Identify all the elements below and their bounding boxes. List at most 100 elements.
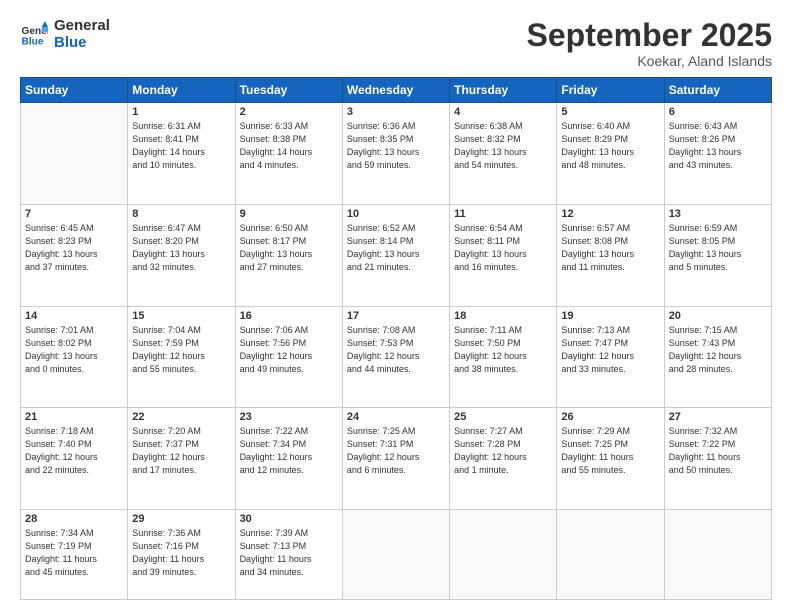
week-row-1: 1 Sunrise: 6:31 AM Sunset: 8:41 PM Daylig…	[21, 103, 772, 205]
calendar-cell	[450, 509, 557, 599]
month-title: September 2025	[527, 18, 772, 53]
week-row-2: 7 Sunrise: 6:45 AM Sunset: 8:23 PM Daylig…	[21, 204, 772, 306]
header: General Blue General Blue September 2025…	[20, 18, 772, 69]
weekday-header-sunday: Sunday	[21, 78, 128, 103]
day-info: Sunrise: 7:04 AM Sunset: 7:59 PM Dayligh…	[132, 324, 230, 376]
logo-blue: Blue	[54, 35, 110, 52]
day-info: Sunrise: 7:25 AM Sunset: 7:31 PM Dayligh…	[347, 425, 445, 477]
day-number: 14	[25, 310, 123, 322]
calendar-cell: 29 Sunrise: 7:36 AM Sunset: 7:16 PM Dayli…	[128, 509, 235, 599]
page: General Blue General Blue September 2025…	[0, 0, 792, 612]
logo: General Blue General Blue	[20, 18, 110, 51]
day-number: 19	[561, 310, 659, 322]
day-info: Sunrise: 6:50 AM Sunset: 8:17 PM Dayligh…	[240, 222, 338, 274]
day-info: Sunrise: 7:34 AM Sunset: 7:19 PM Dayligh…	[25, 527, 123, 579]
day-number: 11	[454, 208, 552, 220]
calendar-cell: 24Sunrise: 7:25 AM Sunset: 7:31 PM Dayli…	[342, 408, 449, 510]
day-number: 9	[240, 208, 338, 220]
weekday-header-thursday: Thursday	[450, 78, 557, 103]
day-info: Sunrise: 6:57 AM Sunset: 8:08 PM Dayligh…	[561, 222, 659, 274]
location-subtitle: Koekar, Aland Islands	[527, 53, 772, 69]
day-info: Sunrise: 7:36 AM Sunset: 7:16 PM Dayligh…	[132, 527, 230, 579]
day-info: Sunrise: 7:22 AM Sunset: 7:34 PM Dayligh…	[240, 425, 338, 477]
day-number: 2	[240, 106, 338, 118]
day-info: Sunrise: 6:47 AM Sunset: 8:20 PM Dayligh…	[132, 222, 230, 274]
calendar-cell	[21, 103, 128, 205]
day-number: 16	[240, 310, 338, 322]
day-number: 10	[347, 208, 445, 220]
week-row-5: 28 Sunrise: 7:34 AM Sunset: 7:19 PM Dayli…	[21, 509, 772, 599]
calendar-cell: 4 Sunrise: 6:38 AM Sunset: 8:32 PM Daylig…	[450, 103, 557, 205]
day-number: 15	[132, 310, 230, 322]
day-number: 13	[669, 208, 767, 220]
week-row-4: 21Sunrise: 7:18 AM Sunset: 7:40 PM Dayli…	[21, 408, 772, 510]
day-info: Sunrise: 6:54 AM Sunset: 8:11 PM Dayligh…	[454, 222, 552, 274]
day-info: Sunrise: 7:27 AM Sunset: 7:28 PM Dayligh…	[454, 425, 552, 477]
day-info: Sunrise: 7:06 AM Sunset: 7:56 PM Dayligh…	[240, 324, 338, 376]
day-number: 7	[25, 208, 123, 220]
calendar-cell: 8 Sunrise: 6:47 AM Sunset: 8:20 PM Daylig…	[128, 204, 235, 306]
day-number: 8	[132, 208, 230, 220]
day-info: Sunrise: 7:39 AM Sunset: 7:13 PM Dayligh…	[240, 527, 338, 579]
day-info: Sunrise: 6:38 AM Sunset: 8:32 PM Dayligh…	[454, 120, 552, 172]
day-info: Sunrise: 6:59 AM Sunset: 8:05 PM Dayligh…	[669, 222, 767, 274]
weekday-header-monday: Monday	[128, 78, 235, 103]
day-number: 27	[669, 411, 767, 423]
day-number: 29	[132, 513, 230, 525]
weekday-header-tuesday: Tuesday	[235, 78, 342, 103]
calendar-cell: 25Sunrise: 7:27 AM Sunset: 7:28 PM Dayli…	[450, 408, 557, 510]
day-number: 23	[240, 411, 338, 423]
day-info: Sunrise: 7:01 AM Sunset: 8:02 PM Dayligh…	[25, 324, 123, 376]
day-number: 20	[669, 310, 767, 322]
calendar-cell: 3 Sunrise: 6:36 AM Sunset: 8:35 PM Daylig…	[342, 103, 449, 205]
day-info: Sunrise: 6:31 AM Sunset: 8:41 PM Dayligh…	[132, 120, 230, 172]
calendar-cell	[342, 509, 449, 599]
logo-general: General	[54, 18, 110, 35]
day-number: 28	[25, 513, 123, 525]
day-info: Sunrise: 6:43 AM Sunset: 8:26 PM Dayligh…	[669, 120, 767, 172]
title-block: September 2025 Koekar, Aland Islands	[527, 18, 772, 69]
day-info: Sunrise: 6:45 AM Sunset: 8:23 PM Dayligh…	[25, 222, 123, 274]
day-info: Sunrise: 6:40 AM Sunset: 8:29 PM Dayligh…	[561, 120, 659, 172]
calendar-cell: 26Sunrise: 7:29 AM Sunset: 7:25 PM Dayli…	[557, 408, 664, 510]
svg-text:Blue: Blue	[22, 36, 44, 47]
week-row-3: 14 Sunrise: 7:01 AM Sunset: 8:02 PM Dayli…	[21, 306, 772, 408]
weekday-header-wednesday: Wednesday	[342, 78, 449, 103]
day-info: Sunrise: 7:18 AM Sunset: 7:40 PM Dayligh…	[25, 425, 123, 477]
day-number: 30	[240, 513, 338, 525]
calendar-cell	[664, 509, 771, 599]
calendar-cell: 19 Sunrise: 7:13 AM Sunset: 7:47 PM Dayli…	[557, 306, 664, 408]
day-info: Sunrise: 6:36 AM Sunset: 8:35 PM Dayligh…	[347, 120, 445, 172]
weekday-header-saturday: Saturday	[664, 78, 771, 103]
calendar-cell: 15 Sunrise: 7:04 AM Sunset: 7:59 PM Dayli…	[128, 306, 235, 408]
calendar-cell: 10 Sunrise: 6:52 AM Sunset: 8:14 PM Dayli…	[342, 204, 449, 306]
day-number: 1	[132, 106, 230, 118]
calendar-cell: 14 Sunrise: 7:01 AM Sunset: 8:02 PM Dayli…	[21, 306, 128, 408]
day-info: Sunrise: 7:15 AM Sunset: 7:43 PM Dayligh…	[669, 324, 767, 376]
calendar-cell: 23 Sunrise: 7:22 AM Sunset: 7:34 PM Dayli…	[235, 408, 342, 510]
day-number: 3	[347, 106, 445, 118]
weekday-header-row: SundayMondayTuesdayWednesdayThursdayFrid…	[21, 78, 772, 103]
day-info: Sunrise: 6:52 AM Sunset: 8:14 PM Dayligh…	[347, 222, 445, 274]
calendar-cell: 6 Sunrise: 6:43 AM Sunset: 8:26 PM Daylig…	[664, 103, 771, 205]
weekday-header-friday: Friday	[557, 78, 664, 103]
day-number: 4	[454, 106, 552, 118]
calendar-cell: 13 Sunrise: 6:59 AM Sunset: 8:05 PM Dayli…	[664, 204, 771, 306]
calendar-cell: 12 Sunrise: 6:57 AM Sunset: 8:08 PM Dayli…	[557, 204, 664, 306]
calendar-cell: 16 Sunrise: 7:06 AM Sunset: 7:56 PM Dayli…	[235, 306, 342, 408]
day-number: 18	[454, 310, 552, 322]
calendar-cell: 9 Sunrise: 6:50 AM Sunset: 8:17 PM Daylig…	[235, 204, 342, 306]
calendar-cell: 30 Sunrise: 7:39 AM Sunset: 7:13 PM Dayli…	[235, 509, 342, 599]
day-number: 6	[669, 106, 767, 118]
day-number: 5	[561, 106, 659, 118]
day-info: Sunrise: 7:32 AM Sunset: 7:22 PM Dayligh…	[669, 425, 767, 477]
day-info: Sunrise: 7:13 AM Sunset: 7:47 PM Dayligh…	[561, 324, 659, 376]
calendar-cell: 28 Sunrise: 7:34 AM Sunset: 7:19 PM Dayli…	[21, 509, 128, 599]
day-info: Sunrise: 6:33 AM Sunset: 8:38 PM Dayligh…	[240, 120, 338, 172]
day-number: 12	[561, 208, 659, 220]
calendar-cell: 18Sunrise: 7:11 AM Sunset: 7:50 PM Dayli…	[450, 306, 557, 408]
calendar-cell: 21Sunrise: 7:18 AM Sunset: 7:40 PM Dayli…	[21, 408, 128, 510]
calendar-cell: 5 Sunrise: 6:40 AM Sunset: 8:29 PM Daylig…	[557, 103, 664, 205]
calendar-cell: 7 Sunrise: 6:45 AM Sunset: 8:23 PM Daylig…	[21, 204, 128, 306]
day-info: Sunrise: 7:20 AM Sunset: 7:37 PM Dayligh…	[132, 425, 230, 477]
